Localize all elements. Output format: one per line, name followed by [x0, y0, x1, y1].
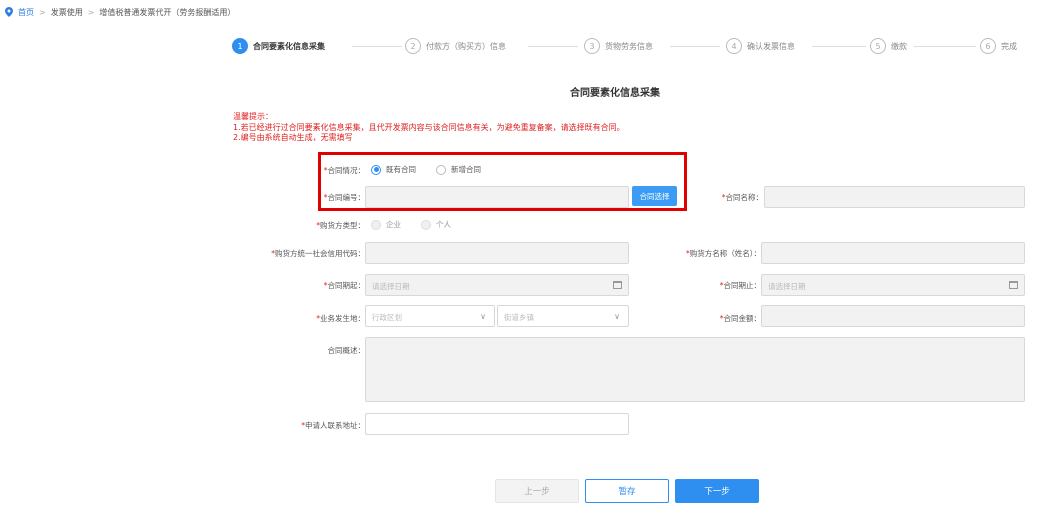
step-number: 2 [405, 38, 421, 54]
buyer-type-label: *购货方类型： [316, 221, 365, 230]
notice-line-1: 1.若已经进行过合同要素化信息采集，且代开发票内容与该合同信息有关，为避免重复备… [233, 122, 625, 132]
step-label: 付款方（购买方）信息 [426, 41, 506, 51]
step-label: 合同要素化信息采集 [253, 41, 325, 51]
business-location-label: *业务发生地： [316, 314, 365, 323]
start-date-picker[interactable]: 请选择日期 [365, 274, 629, 296]
end-date-picker[interactable]: 请选择日期 [761, 274, 1025, 296]
step-number: 4 [726, 38, 742, 54]
radio-button[interactable] [421, 219, 431, 230]
step-label: 货物劳务信息 [605, 41, 653, 51]
chevron-down-icon: ∨ [614, 312, 620, 321]
buyer-type-radio-group: 企业 个人 [371, 219, 465, 230]
next-step-button[interactable]: 下一步 [675, 479, 759, 503]
breadcrumb-item-current: 增值税普通发票代开（劳务报酬适用） [99, 7, 236, 17]
radio-label: 个人 [436, 220, 451, 229]
start-date-label: *合同期起： [323, 281, 365, 290]
district-select[interactable]: 行政区划 ∨ [365, 305, 495, 327]
breadcrumb-separator: > [39, 7, 46, 17]
contract-name-label: *合同名称： [721, 193, 763, 202]
buyer-name-input[interactable] [761, 242, 1025, 264]
step-6: 6 完成 [980, 38, 1017, 54]
contract-summary-label: 合同概述： [327, 346, 366, 355]
step-number: 6 [980, 38, 996, 54]
radio-label: 企业 [386, 220, 401, 229]
step-2: 2 付款方（购买方）信息 [405, 38, 506, 54]
step-number: 5 [870, 38, 886, 54]
radio-button[interactable] [371, 219, 381, 230]
step-1: 1 合同要素化信息采集 [232, 38, 325, 54]
street-placeholder: 街道乡镇 [504, 313, 534, 322]
calendar-icon[interactable] [1009, 281, 1018, 289]
notice-line-2: 2.编号由系统自动生成，无需填写 [233, 133, 353, 142]
contract-name-input[interactable] [764, 186, 1025, 208]
buyer-credit-code-input[interactable] [365, 242, 629, 264]
notice-title: 温馨提示： [233, 112, 273, 121]
step-connector [812, 46, 866, 47]
save-draft-button[interactable]: 暂存 [585, 479, 669, 503]
buyer-name-label: *购货方名称（姓名）： [686, 249, 761, 258]
step-label: 确认发票信息 [747, 41, 795, 51]
breadcrumb: 首页 > 发票使用 > 增值税普通发票代开（劳务报酬适用） [5, 6, 235, 18]
notice: 温馨提示： 1.若已经进行过合同要素化信息采集，且代开发票内容与该合同信息有关，… [233, 112, 625, 144]
contract-amount-label: *合同金额： [719, 314, 761, 323]
contract-amount-input[interactable] [761, 305, 1025, 327]
step-number: 3 [584, 38, 600, 54]
district-placeholder: 行政区划 [372, 313, 402, 322]
end-date-placeholder: 请选择日期 [768, 282, 806, 291]
step-connector [528, 46, 578, 47]
radio-buyer-individual[interactable]: 个人 [421, 219, 451, 230]
street-select[interactable]: 街道乡镇 ∨ [497, 305, 629, 327]
applicant-address-input[interactable] [365, 413, 629, 435]
radio-buyer-enterprise[interactable]: 企业 [371, 219, 401, 230]
step-5: 5 缴款 [870, 38, 907, 54]
prev-step-button[interactable]: 上一步 [495, 479, 579, 503]
breadcrumb-separator: > [87, 7, 95, 17]
step-number: 1 [232, 38, 248, 54]
step-connector [352, 46, 402, 47]
chevron-down-icon: ∨ [480, 312, 486, 321]
breadcrumb-item-invoice-use[interactable]: 发票使用 [51, 7, 83, 18]
start-date-placeholder: 请选择日期 [372, 282, 410, 291]
calendar-icon[interactable] [613, 281, 622, 289]
step-label: 完成 [1001, 41, 1017, 51]
location-pin-icon [5, 7, 13, 17]
section-title: 合同要素化信息采集 [570, 88, 660, 99]
end-date-label: *合同期止： [719, 281, 761, 290]
step-label: 缴款 [891, 41, 907, 51]
step-connector [670, 46, 720, 47]
step-connector [914, 46, 976, 47]
step-3: 3 货物劳务信息 [584, 38, 653, 54]
contract-summary-textarea[interactable] [365, 337, 1025, 402]
step-indicator: 1 合同要素化信息采集 2 付款方（购买方）信息 3 货物劳务信息 4 确认发票… [232, 38, 1022, 58]
highlight-box [318, 152, 687, 211]
applicant-address-label: *申请人联系地址： [301, 421, 365, 430]
step-4: 4 确认发票信息 [726, 38, 795, 54]
breadcrumb-home-link[interactable]: 首页 [18, 7, 34, 18]
buyer-credit-code-label: *购货方统一社会信用代码： [271, 249, 365, 258]
